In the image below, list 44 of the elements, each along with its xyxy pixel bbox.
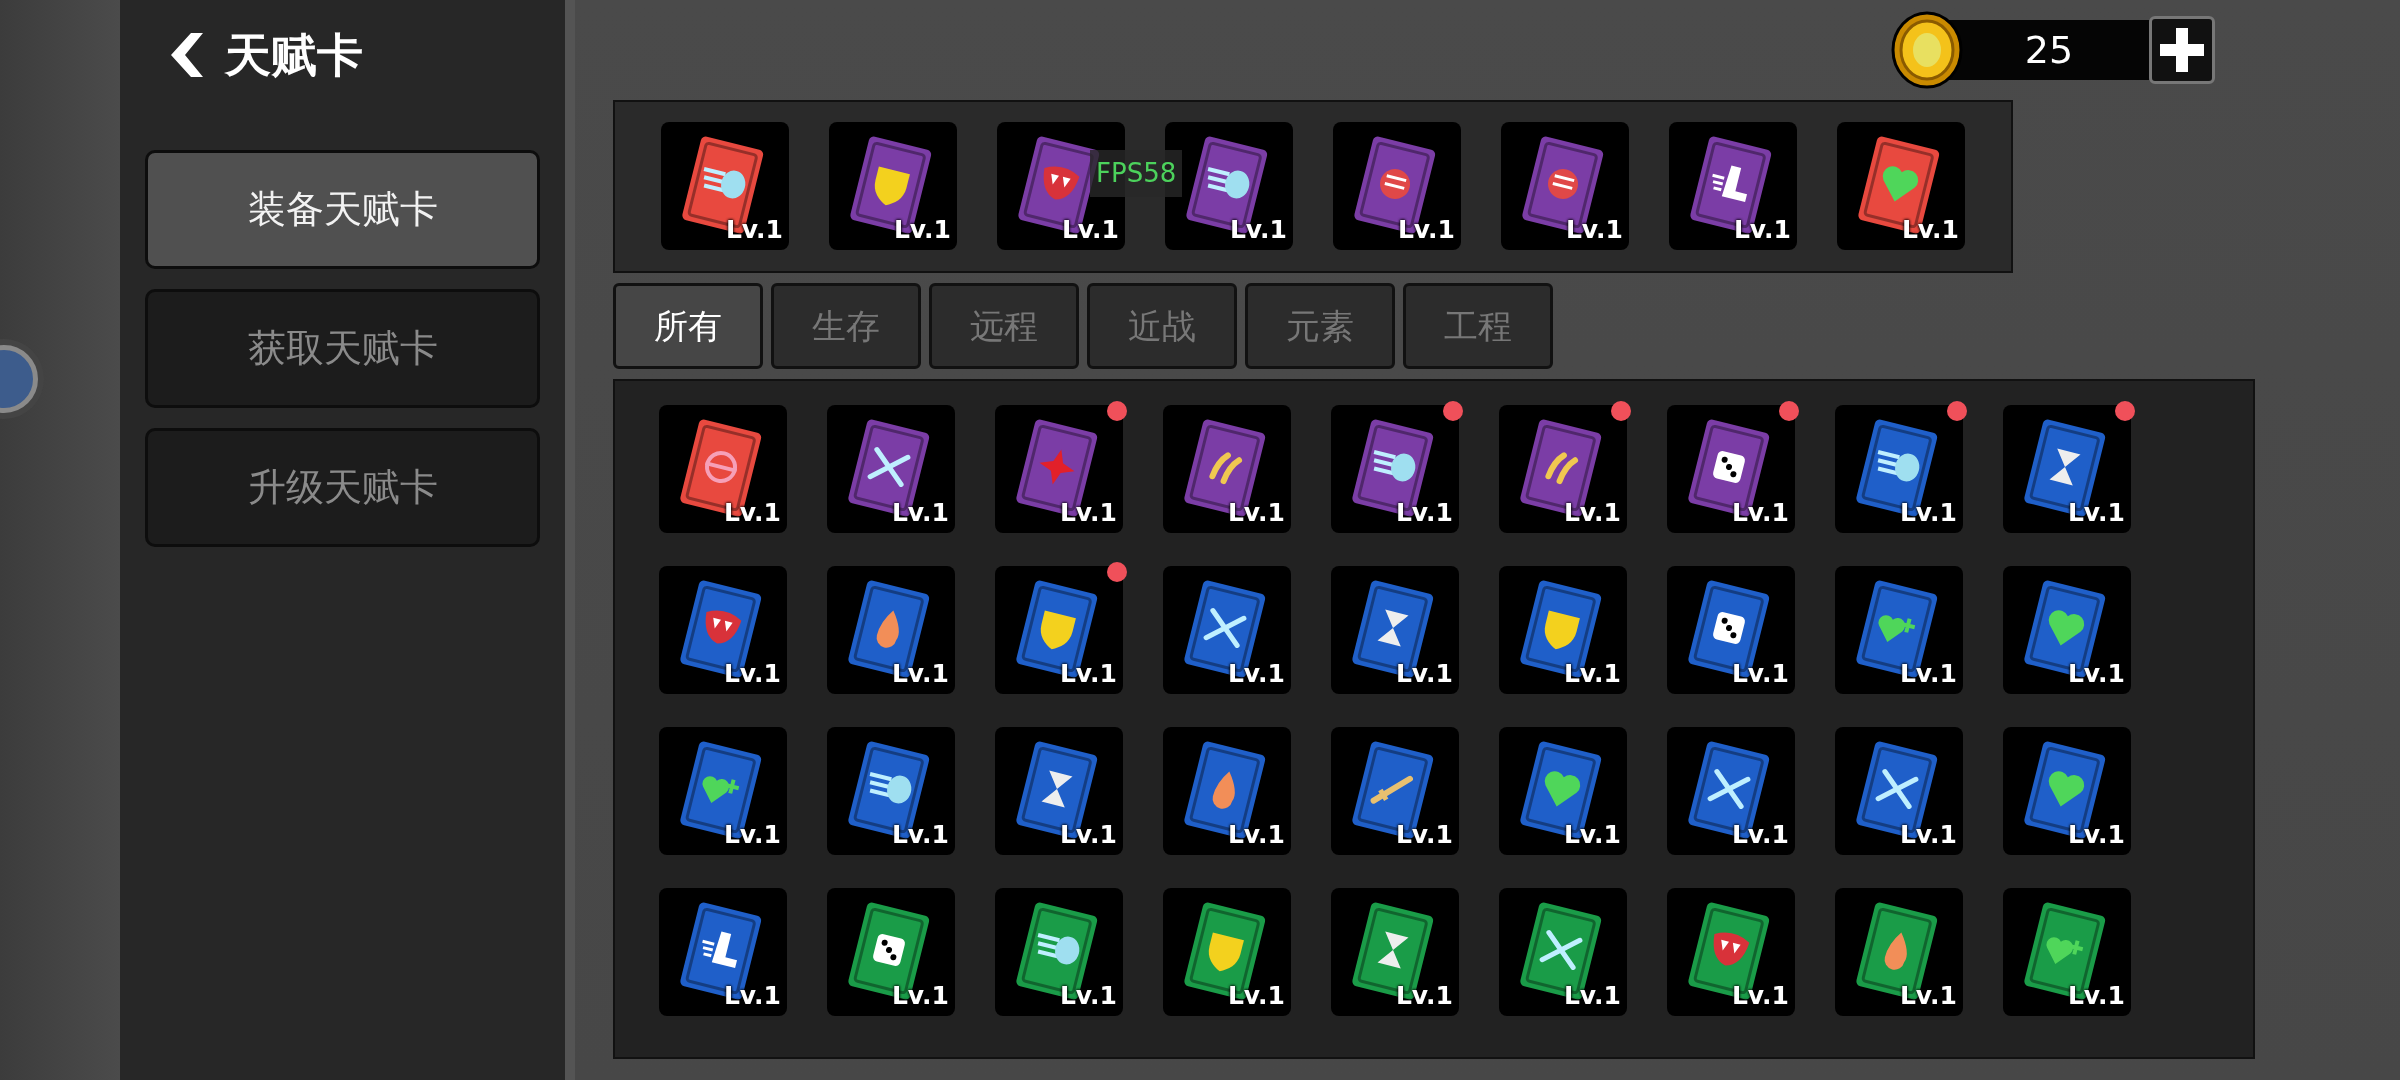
- talent-card[interactable]: Lv.1: [1163, 566, 1291, 694]
- talent-card[interactable]: Lv.1: [1163, 405, 1291, 533]
- talent-card[interactable]: Lv.1: [827, 405, 955, 533]
- talent-card[interactable]: Lv.1: [829, 122, 957, 250]
- talent-card[interactable]: Lv.1: [2003, 888, 2131, 1016]
- talent-card[interactable]: Lv.1: [1331, 566, 1459, 694]
- talent-card[interactable]: Lv.1: [1667, 888, 1795, 1016]
- talent-card[interactable]: Lv.1: [995, 888, 1123, 1016]
- talent-card[interactable]: Lv.1: [659, 727, 787, 855]
- page-title: 天赋卡: [225, 26, 363, 84]
- talent-card[interactable]: Lv.1: [1499, 888, 1627, 1016]
- coin-icon: [1891, 11, 1963, 89]
- talent-card[interactable]: Lv.1: [661, 122, 789, 250]
- menu-button[interactable]: 获取天赋卡: [145, 289, 540, 408]
- talent-card[interactable]: Lv.1: [1837, 122, 1965, 250]
- menu-button[interactable]: 装备天赋卡: [145, 150, 540, 269]
- talent-card[interactable]: Lv.1: [2003, 566, 2131, 694]
- talent-card[interactable]: Lv.1: [659, 566, 787, 694]
- talent-card[interactable]: Lv.1: [1835, 566, 1963, 694]
- talent-card[interactable]: Lv.1: [827, 888, 955, 1016]
- talent-card[interactable]: Lv.1: [1331, 888, 1459, 1016]
- talent-card[interactable]: Lv.1: [1499, 727, 1627, 855]
- talent-card[interactable]: Lv.1: [659, 888, 787, 1016]
- talent-card[interactable]: Lv.1: [1333, 122, 1461, 250]
- talent-card[interactable]: Lv.1: [1835, 727, 1963, 855]
- talent-card[interactable]: Lv.1: [827, 727, 955, 855]
- talent-card[interactable]: Lv.1: [659, 405, 787, 533]
- talent-card[interactable]: Lv.1: [1499, 566, 1627, 694]
- talent-card[interactable]: Lv.1: [1501, 122, 1629, 250]
- talent-card[interactable]: Lv.1: [1163, 727, 1291, 855]
- talent-card[interactable]: Lv.1: [2003, 727, 2131, 855]
- coin-amount: 25: [1949, 20, 2149, 80]
- talent-card[interactable]: Lv.1: [827, 566, 955, 694]
- talent-card[interactable]: Lv.1: [1667, 727, 1795, 855]
- menu-button[interactable]: 升级天赋卡: [145, 428, 540, 547]
- talent-card[interactable]: Lv.1: [1331, 727, 1459, 855]
- add-coins-button[interactable]: [2149, 16, 2215, 84]
- talent-card[interactable]: Lv.1: [1835, 888, 1963, 1016]
- category-tab[interactable]: 所有: [613, 283, 763, 369]
- talent-card[interactable]: Lv.1: [1163, 888, 1291, 1016]
- talent-card[interactable]: Lv.1: [1669, 122, 1797, 250]
- talent-card[interactable]: Lv.1: [995, 727, 1123, 855]
- talent-card[interactable]: Lv.1: [1667, 566, 1795, 694]
- fps-counter: FPS58: [1090, 150, 1183, 197]
